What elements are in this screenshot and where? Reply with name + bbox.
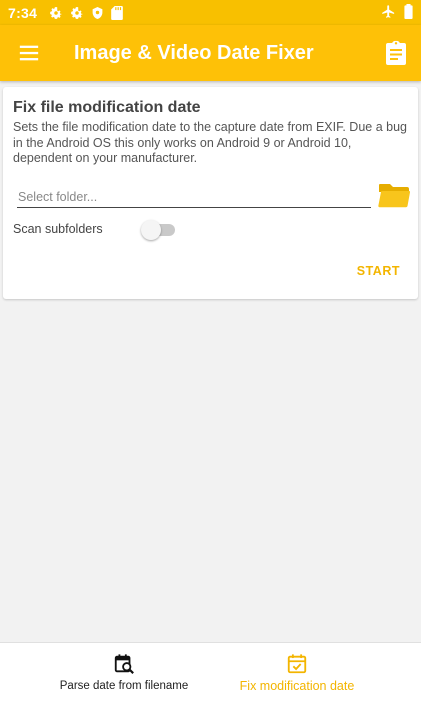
airplane-icon — [382, 5, 395, 18]
gear-icon — [50, 6, 63, 19]
fix-modification-date-card: Fix file modification date Sets the file… — [3, 87, 418, 299]
card-title: Fix file modification date — [13, 99, 201, 116]
status-notification-icons — [49, 5, 124, 20]
nav-label-fix-modification-date: Fix modification date — [239, 679, 355, 693]
battery-icon — [404, 4, 413, 19]
calendar-check-icon — [287, 654, 307, 674]
gear-icon — [71, 6, 84, 19]
nav-item-fix-modification-date[interactable]: Fix modification date — [192, 643, 402, 701]
app-bar: Image & Video Date Fixer — [0, 25, 421, 81]
shield-icon — [92, 6, 103, 19]
hamburger-menu-icon[interactable] — [18, 42, 40, 64]
app-title: Image & Video Date Fixer — [74, 42, 314, 64]
status-time: 7:34 — [8, 4, 38, 21]
clipboard-icon[interactable] — [385, 40, 407, 66]
folder-icon[interactable] — [378, 182, 410, 208]
bottom-navigation: Parse date from filename Fix modificatio… — [0, 642, 421, 701]
status-system-icons — [381, 4, 413, 19]
select-folder-input[interactable] — [17, 187, 371, 208]
card-description: Sets the file modification date to the c… — [13, 120, 407, 165]
sd-card-icon — [111, 5, 124, 20]
scan-subfolders-toggle[interactable] — [141, 220, 177, 240]
scan-subfolders-label: Scan subfolders — [13, 222, 103, 236]
status-bar: 7:34 — [0, 0, 421, 25]
start-button[interactable]: START — [357, 264, 400, 278]
toggle-thumb — [141, 220, 161, 240]
calendar-search-icon — [114, 654, 134, 674]
